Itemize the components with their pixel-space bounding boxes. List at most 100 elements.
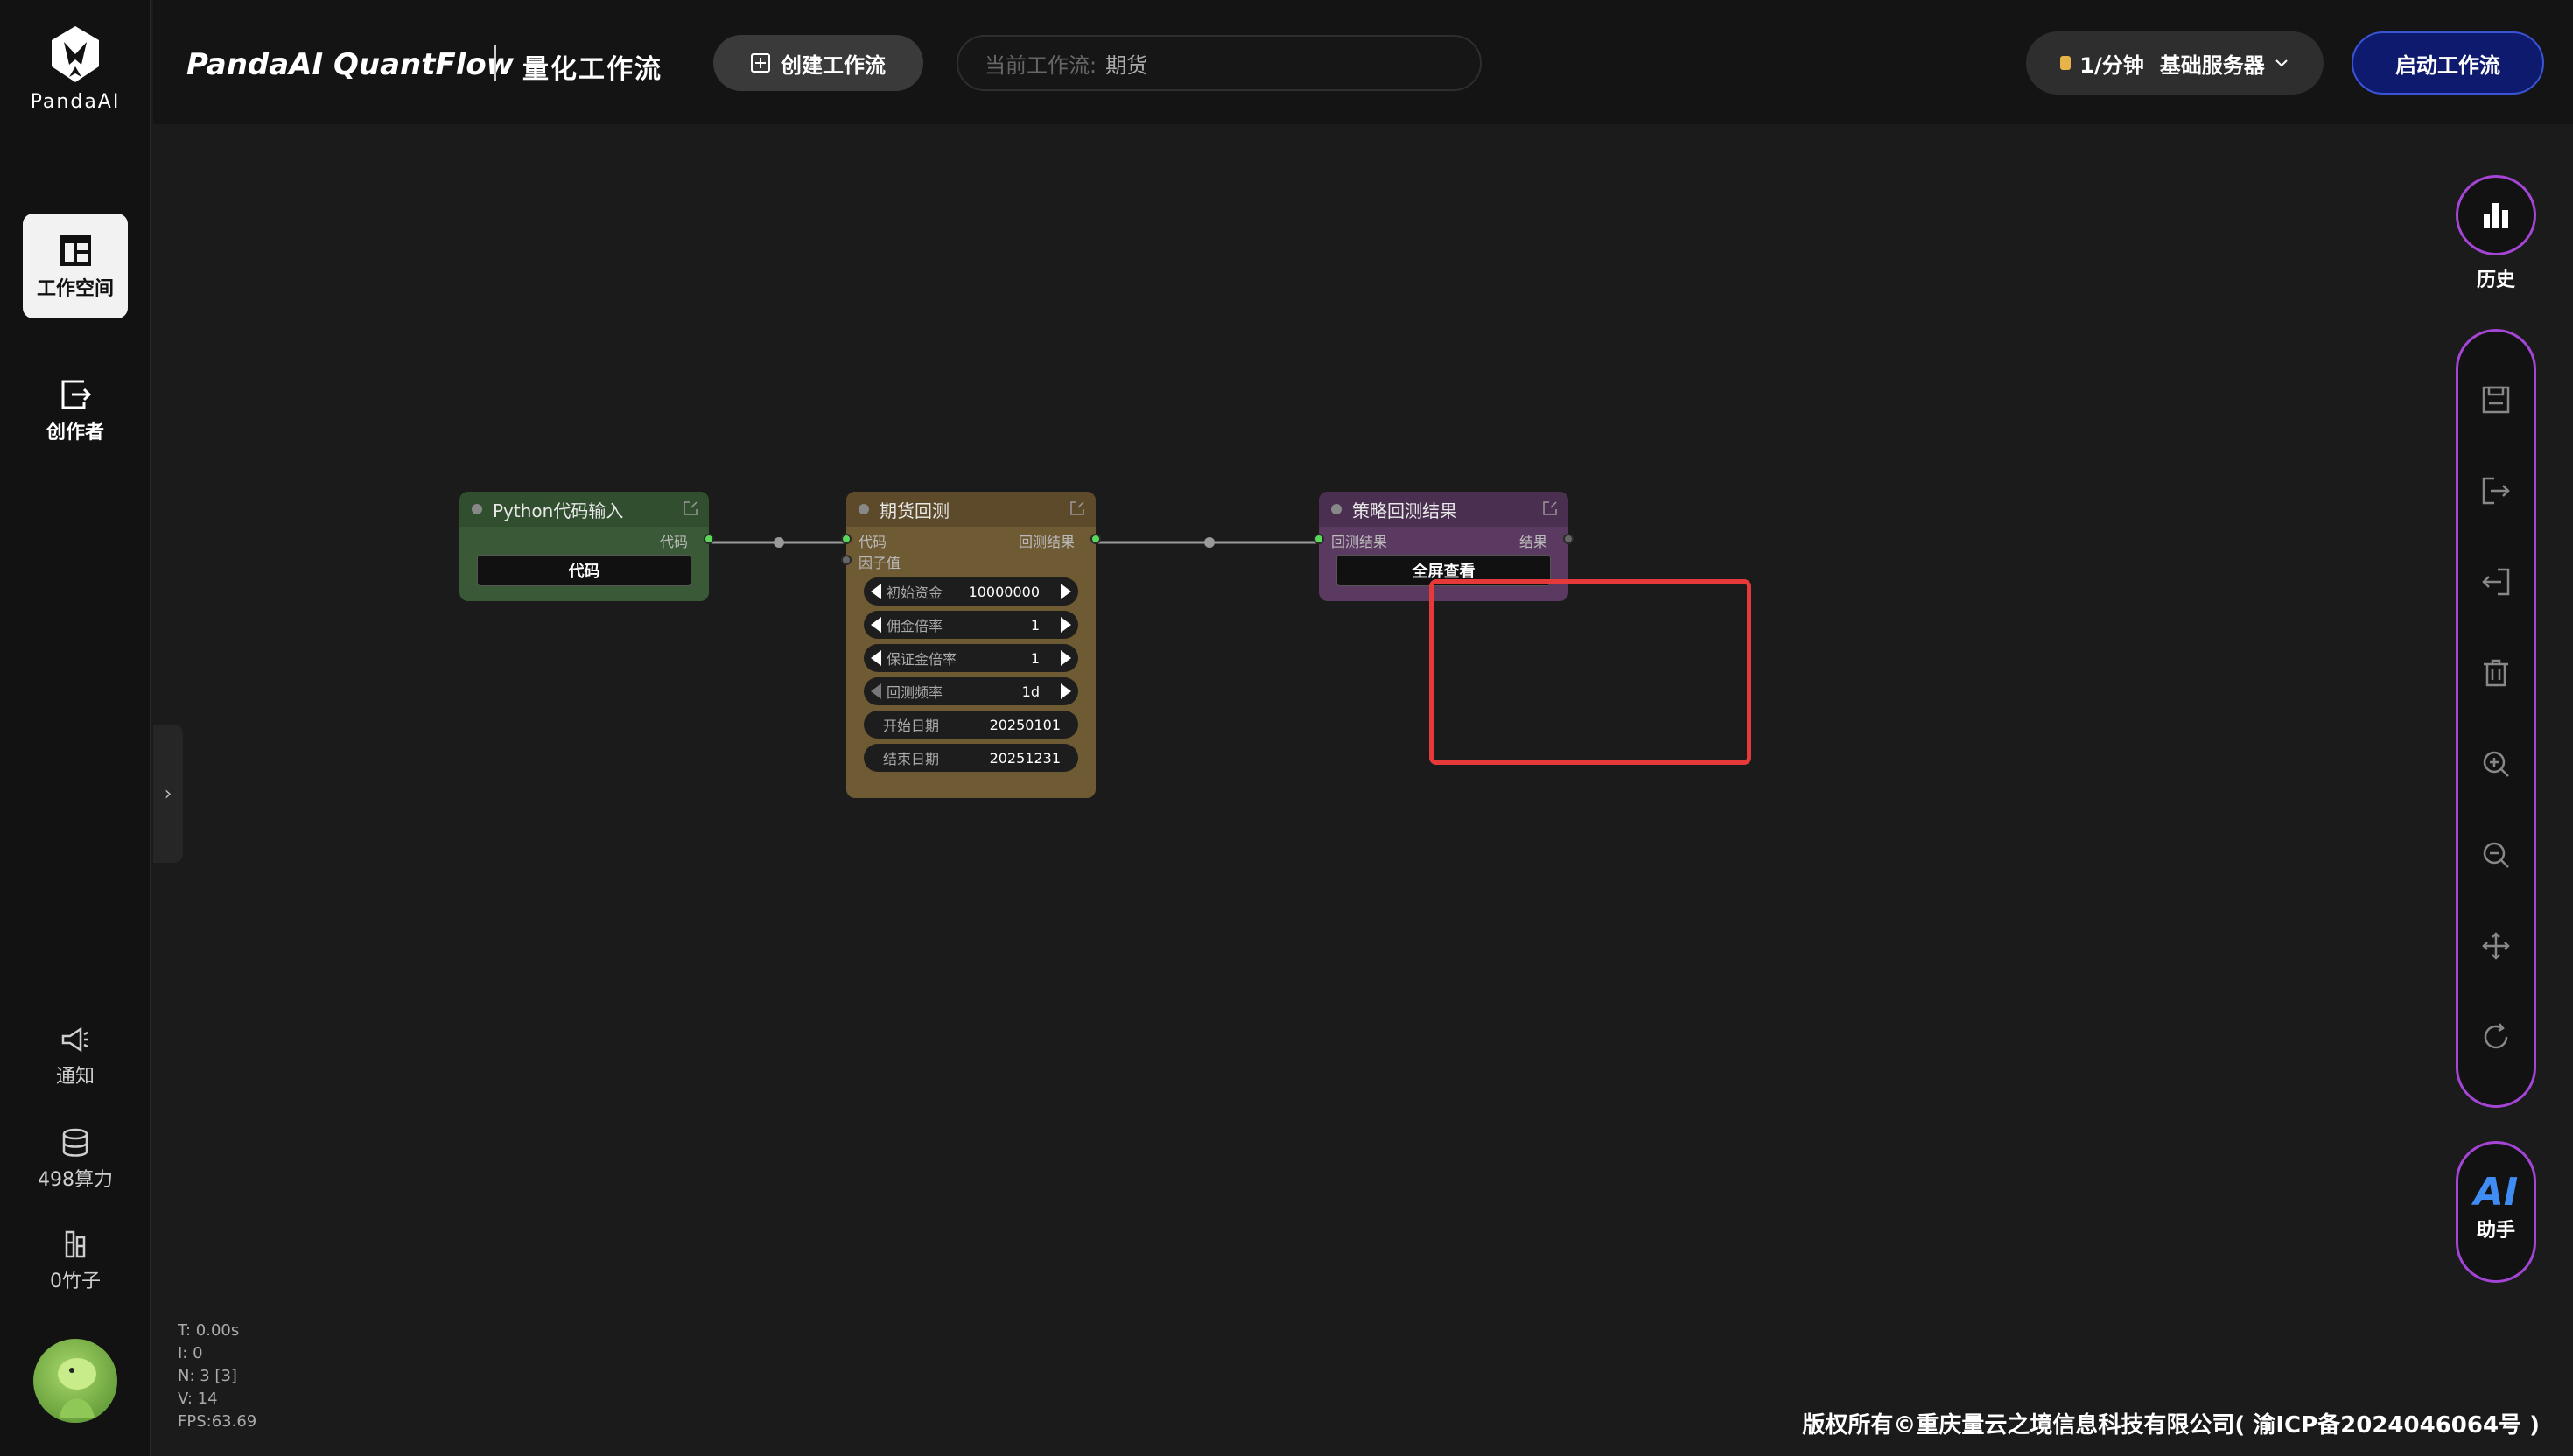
link-midpoint[interactable] <box>774 537 784 548</box>
plus-square-icon <box>751 53 770 73</box>
left-sidebar: PandaAI 工作空间 创作者 通知 498算力 0竹子 <box>0 0 151 1456</box>
node-futures-backtest[interactable]: 期货回测 代码 回测结果 因子值 初始资金 10000000 佣金倍率 1 保证… <box>841 492 1101 798</box>
compute-label: 498算力 <box>38 1169 113 1191</box>
zoom-in-button[interactable] <box>2458 738 2534 790</box>
node-header[interactable]: 策略回测结果 <box>1319 492 1568 527</box>
avatar-image <box>58 1358 96 1418</box>
decrement-arrow-icon[interactable] <box>871 584 881 599</box>
edit-icon[interactable] <box>683 500 698 516</box>
current-workflow-value: 期货 <box>1105 52 1148 78</box>
create-workflow-button[interactable]: 创建工作流 <box>713 35 923 91</box>
current-workflow-label: 当前工作流: <box>985 52 1097 78</box>
widget-value: 1 <box>1030 649 1040 667</box>
logo: PandaAI <box>26 24 124 113</box>
widget-initial-capital[interactable]: 初始资金 10000000 <box>864 578 1078 606</box>
bar-chart-icon <box>2484 203 2508 228</box>
logo-text: PandaAI <box>30 91 121 113</box>
save-icon <box>2482 386 2510 414</box>
sidebar-item-label: 创作者 <box>46 422 104 444</box>
export-button[interactable] <box>2458 465 2534 517</box>
widget-margin-rate[interactable]: 保证金倍率 1 <box>864 644 1078 672</box>
code-button[interactable]: 代码 <box>477 555 691 586</box>
workflow-canvas[interactable]: › Python代码输入 代码 代码 期货回测 代码 回测结果 因子值 初始资金… <box>153 124 2573 1456</box>
widget-label: 结束日期 <box>883 751 940 767</box>
widget-label: 开始日期 <box>883 718 940 734</box>
node-title: Python代码输入 <box>493 500 624 522</box>
widget-end-date[interactable]: 结束日期 20251231 <box>864 744 1078 772</box>
coin-icon <box>2060 56 2072 70</box>
chevron-down-icon <box>2275 60 2288 67</box>
increment-arrow-icon[interactable] <box>1061 683 1071 699</box>
widget-value: 1 <box>1030 616 1040 634</box>
decrement-arrow-icon[interactable] <box>871 683 881 699</box>
decrement-arrow-icon[interactable] <box>871 650 881 666</box>
start-workflow-label: 启动工作流 <box>2395 52 2500 78</box>
output-port-label: 回测结果 <box>1018 534 1075 550</box>
node-title: 策略回测结果 <box>1352 500 1457 522</box>
compute-item[interactable]: 498算力 <box>18 1127 133 1192</box>
node-header[interactable]: 期货回测 <box>846 492 1096 527</box>
refresh-icon <box>2484 1023 2508 1049</box>
increment-arrow-icon[interactable] <box>1061 650 1071 666</box>
edit-icon[interactable] <box>1542 500 1558 516</box>
output-port[interactable] <box>1090 534 1101 544</box>
decrement-arrow-icon[interactable] <box>871 617 881 633</box>
port-row: 回测结果 结果 <box>1314 527 1574 551</box>
increment-arrow-icon[interactable] <box>1061 584 1071 599</box>
history-label: 历史 <box>2476 270 2515 291</box>
node-title: 期货回测 <box>880 500 950 522</box>
delete-button[interactable] <box>2458 647 2534 699</box>
expand-panel-handle[interactable]: › <box>153 724 183 863</box>
widget-value: 20250101 <box>989 716 1061 733</box>
output-port-label: 代码 <box>659 534 688 550</box>
brand-title: PandaAI QuantFlow <box>186 47 515 82</box>
link-midpoint[interactable] <box>1204 537 1215 548</box>
copyright-footer: 版权所有©重庆量云之境信息科技有限公司( 渝ICP备2024046064号 ) <box>1802 1412 2540 1438</box>
input-port[interactable] <box>1314 534 1324 544</box>
chevron-right-icon: › <box>164 782 172 805</box>
widget-value: 20251231 <box>989 749 1061 766</box>
save-button[interactable] <box>2458 374 2534 426</box>
input-port[interactable] <box>841 555 852 565</box>
ai-assistant-button[interactable]: AI 助手 <box>2456 1141 2536 1283</box>
widget-start-date[interactable]: 开始日期 20250101 <box>864 710 1078 738</box>
widget-backtest-frequency[interactable]: 回测频率 1d <box>864 677 1078 705</box>
increment-arrow-icon[interactable] <box>1061 617 1071 633</box>
database-icon <box>62 1128 88 1157</box>
widget-commission-rate[interactable]: 佣金倍率 1 <box>864 611 1078 639</box>
panda-logo-icon <box>52 26 99 82</box>
zoom-out-button[interactable] <box>2458 829 2534 881</box>
notification-label: 通知 <box>55 1066 95 1088</box>
widget-label: 回测频率 <box>887 684 943 701</box>
node-header[interactable]: Python代码输入 <box>459 492 709 527</box>
widget-value: 10000000 <box>968 583 1040 600</box>
ai-logo-icon: AI <box>2473 1170 2519 1214</box>
status-dot <box>859 504 869 514</box>
output-port[interactable] <box>1563 534 1574 544</box>
trash-icon <box>2484 659 2508 687</box>
avatar[interactable] <box>33 1339 117 1423</box>
brand-subtitle: 量化工作流 <box>522 54 663 85</box>
output-port[interactable] <box>704 534 714 544</box>
zoom-out-icon <box>2483 842 2509 868</box>
node-python-input[interactable]: Python代码输入 代码 代码 <box>459 492 714 601</box>
current-workflow-field[interactable]: 当前工作流: 期货 <box>957 35 1482 91</box>
import-button[interactable] <box>2458 556 2534 608</box>
brand-divider <box>494 46 496 80</box>
sidebar-item-workspace[interactable]: 工作空间 <box>23 214 128 318</box>
edit-icon[interactable] <box>1069 500 1085 516</box>
notification-item[interactable]: 通知 <box>18 1024 133 1088</box>
export-icon <box>2482 477 2510 505</box>
creator-icon <box>61 380 92 410</box>
history-button[interactable] <box>2456 175 2536 256</box>
bamboo-icon <box>65 1230 86 1258</box>
status-dot <box>472 504 482 514</box>
refresh-button[interactable] <box>2458 1011 2534 1063</box>
input-port[interactable] <box>841 534 852 544</box>
server-select[interactable]: 1/分钟 基础服务器 <box>2026 32 2324 94</box>
sidebar-item-creator[interactable]: 创作者 <box>23 357 128 462</box>
input-port-label: 回测结果 <box>1331 534 1388 550</box>
bamboo-item[interactable]: 0竹子 <box>18 1228 133 1293</box>
fit-view-button[interactable] <box>2458 920 2534 972</box>
start-workflow-button[interactable]: 启动工作流 <box>2352 32 2544 94</box>
